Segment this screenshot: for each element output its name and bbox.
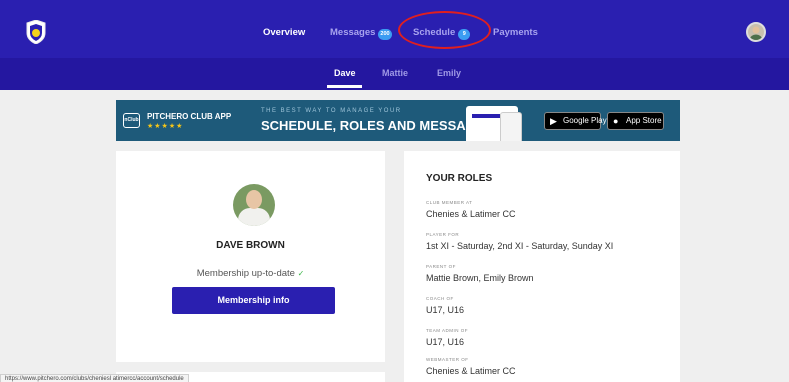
club-app-banner[interactable]: nClub PITCHERO CLUB APP ★★★★★ THE BEST W… (116, 100, 680, 141)
banner-app-name: PITCHERO CLUB APP (147, 112, 232, 121)
app-screenshot-header (472, 114, 500, 118)
tab-mattie[interactable]: Mattie (382, 68, 408, 78)
red-circle-annotation (398, 11, 491, 49)
club-logo-icon[interactable] (25, 20, 47, 44)
google-play-button[interactable]: ▶ Google Play (544, 112, 607, 130)
profile-photo-head (246, 190, 262, 209)
role-label: TEAM ADMIN OF (426, 328, 469, 333)
google-play-label: Google Play (563, 116, 607, 125)
banner-headline: SCHEDULE, ROLES AND MESSAGES (261, 118, 494, 133)
banner-tagline: THE BEST WAY TO MANAGE YOUR (261, 108, 402, 114)
user-avatar-icon (750, 26, 762, 40)
membership-status-text: Membership up-to-date (196, 268, 295, 279)
nav-messages[interactable]: Messages 200 (330, 27, 392, 40)
profile-photo-body (238, 208, 270, 226)
role-label: WEBMASTER OF (426, 357, 469, 362)
app-store-label: App Store (626, 116, 662, 125)
profile-photo (233, 184, 275, 226)
role-value: Mattie Brown, Emily Brown (426, 273, 534, 283)
nav-overview[interactable]: Overview (263, 27, 305, 38)
messages-count-badge: 200 (378, 29, 392, 40)
club-app-badge: nClub (123, 113, 140, 128)
profile-name: DAVE BROWN (216, 240, 285, 251)
checkmark-icon: ✓ (297, 269, 305, 278)
roles-title: YOUR ROLES (426, 173, 493, 184)
role-value: 1st XI - Saturday, 2nd XI - Saturday, Su… (426, 241, 614, 251)
active-tab-indicator (327, 85, 362, 88)
app-screenshot-phone (500, 112, 522, 141)
link-status-bar: https://www.pitchero.com/clubs/cheniesl … (0, 374, 189, 382)
nav-messages-label: Messages (330, 27, 376, 38)
nav-payments-label: Payments (493, 27, 538, 38)
role-value: U17, U16 (426, 337, 465, 347)
membership-info-button[interactable]: Membership info (172, 287, 335, 314)
top-navigation (0, 0, 789, 58)
apple-icon: ● (613, 116, 619, 126)
nav-payments[interactable]: Payments (493, 27, 538, 38)
nav-overview-label: Overview (263, 27, 306, 38)
tab-emily[interactable]: Emily (437, 68, 461, 78)
role-value: U17, U16 (426, 305, 465, 315)
role-label: COACH OF (426, 296, 454, 301)
tab-dave[interactable]: Dave (334, 68, 356, 78)
profile-card (116, 151, 385, 362)
role-label: PLAYER FOR (426, 232, 460, 237)
role-value: Chenies & Latimer CC (426, 209, 516, 219)
membership-status: Membership up-to-date ✓ (116, 268, 385, 279)
rating-stars: ★★★★★ (147, 123, 184, 130)
google-play-icon: ▶ (550, 116, 557, 126)
user-avatar[interactable] (746, 22, 766, 42)
app-store-button[interactable]: ● App Store (607, 112, 664, 130)
role-label: PARENT OF (426, 264, 456, 269)
role-label: CLUB MEMBER AT (426, 200, 473, 205)
role-value: Chenies & Latimer CC (426, 366, 516, 376)
